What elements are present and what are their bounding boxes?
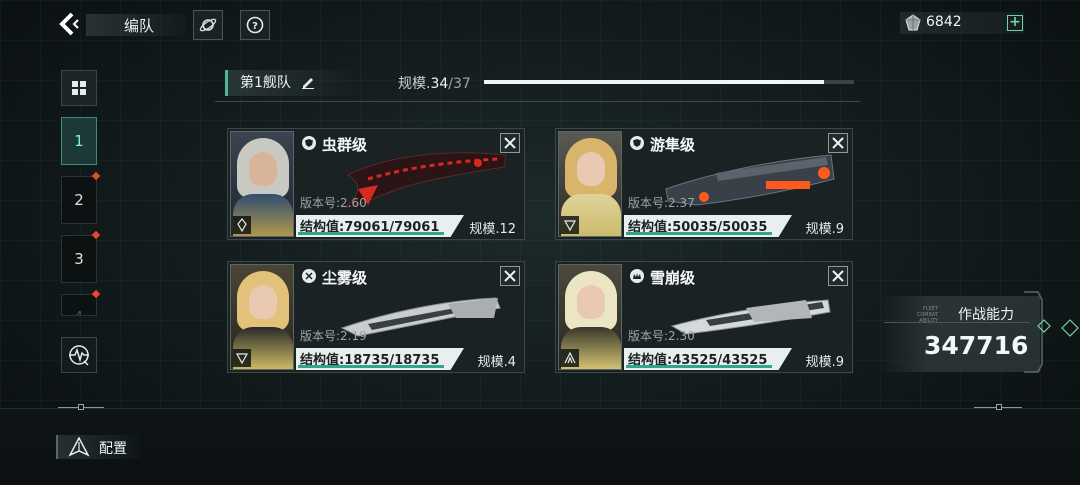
fleet-tab-3[interactable]: 3	[61, 235, 97, 283]
structure-bar	[298, 232, 444, 235]
crown-icon	[630, 269, 644, 283]
ship-scale: 规模.12	[469, 222, 516, 237]
fleet-tab-1[interactable]: 1	[61, 117, 97, 165]
captain-portrait	[230, 264, 294, 370]
combat-power-divider	[884, 322, 1030, 323]
ship-version: 版本号:2.19	[300, 329, 367, 343]
fleet-scale-bar	[484, 80, 854, 84]
fleet-tab-label: 4	[75, 310, 83, 316]
crystal-icon	[905, 14, 921, 31]
grid-icon	[72, 81, 86, 95]
back-button[interactable]	[56, 10, 82, 38]
target-icon	[302, 269, 316, 283]
ship-card[interactable]: 虫群级 版本号:2.60 结构值:79061/79061 规模.12	[227, 128, 525, 240]
chevron-left-icon	[59, 12, 79, 36]
currency-value: 6842	[926, 14, 962, 30]
page-title: 编队	[124, 17, 155, 35]
captain-portrait	[230, 131, 294, 237]
ship-config-icon	[68, 437, 90, 457]
bottom-band	[0, 408, 1080, 485]
fleet-scale-fill	[484, 80, 825, 84]
help-icon: ?	[246, 16, 264, 34]
pulse-button[interactable]	[61, 337, 97, 373]
fleet-tab-2[interactable]: 2	[61, 176, 97, 224]
rank-icon	[233, 216, 251, 234]
rank-icon	[561, 216, 579, 234]
tick-marker-right	[996, 404, 1002, 410]
combat-power-value: 347716	[924, 331, 1029, 360]
config-label: 配置	[99, 441, 127, 457]
structure-bar	[298, 365, 444, 368]
fleet-guide-button[interactable]	[193, 10, 223, 40]
tick-marker-left	[78, 404, 84, 410]
pulse-icon	[69, 345, 89, 366]
structure-bar	[626, 232, 772, 235]
fleet-name: 第1舰队	[240, 75, 291, 91]
panel-bracket-icon	[1024, 291, 1079, 373]
help-button[interactable]: ?	[240, 10, 270, 40]
planet-icon	[199, 18, 217, 32]
fleet-tab-label: 2	[74, 191, 84, 209]
captain-portrait	[558, 131, 622, 237]
ship-card[interactable]: 游隼级 版本号:2.37 结构值:50035/50035 规模.9	[555, 128, 853, 240]
ship-version: 版本号:2.37	[628, 196, 695, 210]
edit-icon[interactable]	[301, 75, 315, 89]
fleet-name-tab[interactable]: 第1舰队	[225, 70, 355, 96]
fleet-tab-label: 1	[74, 132, 84, 150]
ship-scale: 规模.9	[805, 222, 844, 237]
scale-max: /37	[448, 76, 471, 92]
fleet-overview-button[interactable]	[61, 70, 97, 106]
header-divider	[215, 101, 860, 102]
scale-current: 34	[430, 76, 449, 92]
rank-icon	[561, 349, 579, 367]
ship-card[interactable]: 雪崩级 版本号:2.30 结构值:43525/43525 规模.9	[555, 261, 853, 373]
ship-card[interactable]: 尘雾级 版本号:2.19 结构值:18735/18735 规模.4	[227, 261, 525, 373]
ship-scale: 规模.4	[477, 355, 516, 370]
shield-icon	[302, 136, 316, 150]
rank-icon	[233, 349, 251, 367]
captain-portrait	[558, 264, 622, 370]
fleet-tab-4[interactable]: 4	[61, 294, 97, 316]
svg-text:?: ?	[252, 21, 258, 32]
ship-version: 版本号:2.30	[628, 329, 695, 343]
combat-power-label: 作战能力	[958, 307, 1014, 323]
fleet-tab-label: 3	[74, 250, 84, 268]
fleet-scale-label: 规模.34/37	[398, 76, 471, 92]
add-currency-button[interactable]: +	[1007, 15, 1023, 31]
structure-bar	[626, 365, 772, 368]
ship-version: 版本号:2.60	[300, 196, 367, 210]
shield-icon	[630, 136, 644, 150]
ship-scale: 规模.9	[805, 355, 844, 370]
